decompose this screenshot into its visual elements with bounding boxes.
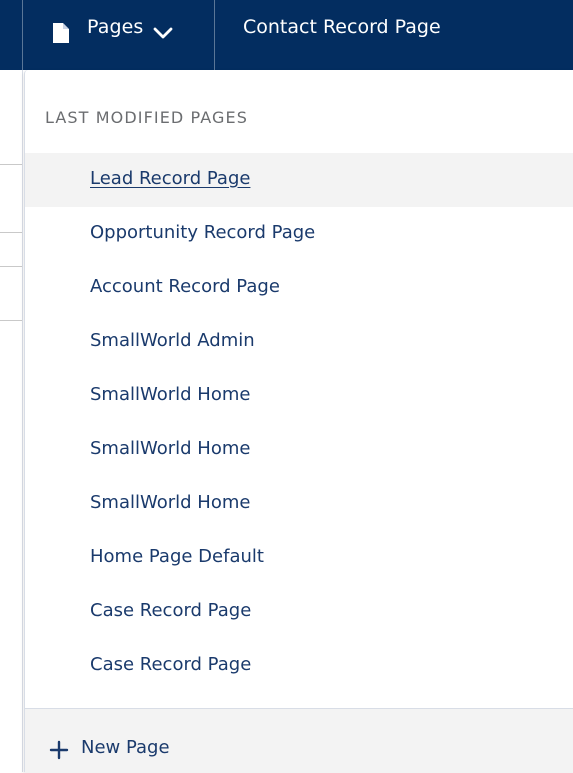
page-link[interactable]: SmallWorld Admin [90, 330, 255, 351]
header-divider [214, 0, 215, 70]
background-divider [0, 232, 22, 233]
list-item[interactable]: SmallWorld Admin [25, 315, 573, 369]
page-link[interactable]: Opportunity Record Page [90, 222, 315, 243]
dropdown-header: LAST MODIFIED PAGES [45, 108, 248, 127]
pages-menu-button[interactable]: Pages [22, 0, 214, 70]
page-link[interactable]: Account Record Page [90, 276, 280, 297]
document-icon [52, 22, 70, 48]
background-divider [0, 320, 22, 321]
page-link[interactable]: SmallWorld Home [90, 492, 250, 513]
page-link[interactable]: Case Record Page [90, 600, 251, 621]
background-divider [0, 164, 22, 165]
plus-icon [49, 740, 69, 764]
page-link[interactable]: SmallWorld Home [90, 438, 250, 459]
list-item[interactable]: SmallWorld Home [25, 477, 573, 531]
chevron-down-icon [152, 22, 174, 48]
list-item[interactable]: Lead Record Page [25, 153, 573, 207]
pages-menu-label: Pages [87, 16, 144, 38]
new-page-label: New Page [81, 737, 170, 758]
list-item[interactable]: Account Record Page [25, 261, 573, 315]
background-divider [22, 70, 23, 772]
list-item[interactable]: Opportunity Record Page [25, 207, 573, 261]
page-link[interactable]: Case Record Page [90, 654, 251, 675]
current-page-title: Contact Record Page [243, 16, 441, 38]
page-link[interactable]: Lead Record Page [90, 168, 250, 189]
list-item[interactable]: Home Page Default [25, 531, 573, 585]
background-divider [0, 266, 22, 267]
builder-header: Pages Contact Record Page [0, 0, 573, 70]
recent-pages-list: Lead Record Page Opportunity Record Page… [25, 153, 573, 693]
list-item[interactable]: SmallWorld Home [25, 423, 573, 477]
list-item[interactable]: Case Record Page [25, 639, 573, 693]
page-link[interactable]: Home Page Default [90, 546, 264, 567]
new-page-button[interactable]: New Page [25, 708, 573, 773]
list-item[interactable]: SmallWorld Home [25, 369, 573, 423]
page-link[interactable]: SmallWorld Home [90, 384, 250, 405]
pages-dropdown: LAST MODIFIED PAGES Lead Record Page Opp… [24, 70, 573, 773]
list-item[interactable]: Case Record Page [25, 585, 573, 639]
